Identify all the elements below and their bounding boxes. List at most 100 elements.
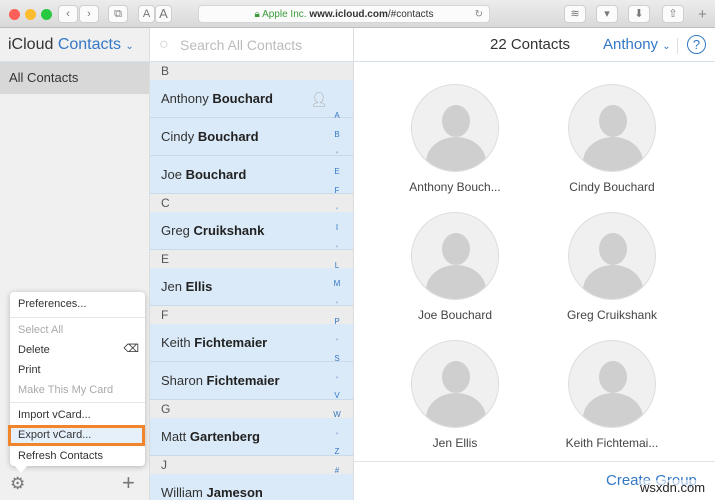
contact-row[interactable]: Joe Bouchard: [150, 156, 353, 194]
contact-row[interactable]: Greg Cruikshank: [150, 212, 353, 250]
sidebar-item-all-contacts[interactable]: All Contacts: [0, 62, 149, 94]
index-letter[interactable]: V: [328, 387, 346, 406]
index-letter[interactable]: M: [328, 275, 346, 294]
pocket-icon[interactable]: ▾: [596, 5, 618, 23]
index-letter[interactable]: P: [328, 313, 346, 332]
index-letter[interactable]: A: [328, 107, 346, 126]
section-header: B: [150, 62, 353, 80]
font-larger-button[interactable]: A: [155, 5, 172, 23]
back-button[interactable]: ‹: [58, 5, 78, 23]
contact-row[interactable]: Anthony Bouchard 👤︎: [150, 80, 353, 118]
index-letter[interactable]: •: [328, 425, 346, 444]
divider: [677, 38, 678, 54]
divider: [354, 461, 715, 462]
index-letter[interactable]: B: [328, 126, 346, 145]
last-name: Bouchard: [185, 167, 247, 182]
lock-icon: 🔒︎: [254, 9, 260, 20]
zoom-window-button[interactable]: [41, 9, 52, 20]
index-letter[interactable]: •: [328, 200, 346, 219]
first-name: Joe: [161, 167, 182, 182]
menu-item-import-vcard[interactable]: Import vCard...: [18, 405, 91, 425]
font-smaller-button[interactable]: A: [138, 5, 155, 23]
index-letter[interactable]: •: [328, 144, 346, 163]
avatar: [568, 84, 656, 172]
section-header: F: [150, 306, 353, 324]
browser-toolbar: ‹ › ⧉ A A 🔒︎ Apple Inc. www.icloud.com/#…: [0, 0, 715, 28]
contact-card[interactable]: Joe Bouchard: [380, 212, 530, 322]
index-letter[interactable]: F: [328, 182, 346, 201]
last-name: Fichtemaier: [206, 373, 280, 388]
contact-row[interactable]: Sharon Fichtemaier: [150, 362, 353, 400]
contact-card[interactable]: Cindy Bouchard: [537, 84, 687, 194]
avatar: [411, 212, 499, 300]
avatar: [568, 340, 656, 428]
section-header: J: [150, 456, 353, 474]
search-icon: ○: [159, 36, 169, 53]
first-name: Keith: [161, 335, 191, 350]
index-letter[interactable]: #: [328, 462, 346, 481]
index-letter[interactable]: •: [328, 238, 346, 257]
card-name: Joe Bouchard: [417, 308, 493, 322]
menu-item-refresh[interactable]: Refresh Contacts: [18, 446, 103, 466]
last-name: Gartenberg: [189, 429, 260, 444]
first-name: Sharon: [161, 373, 203, 388]
menu-item-export-vcard[interactable]: Export vCard...: [18, 425, 91, 445]
contact-row[interactable]: Keith Fichtemaier: [150, 324, 353, 362]
alphabet-index[interactable]: A B • E F • I • L M • P • S • V W • Z #: [328, 107, 346, 481]
search-input[interactable]: Search All Contacts ○: [150, 28, 354, 62]
index-letter[interactable]: L: [328, 257, 346, 276]
tabs-overview-button[interactable]: ⧉: [108, 5, 128, 23]
section-header: E: [150, 250, 353, 268]
last-name: Fichtemaier: [194, 335, 268, 350]
card-name: Anthony Bouch...: [409, 180, 501, 194]
contact-card[interactable]: Greg Cruikshank: [537, 212, 687, 322]
first-name: William: [161, 485, 203, 500]
card-name: Jen Ellis: [432, 436, 478, 450]
index-letter[interactable]: •: [328, 331, 346, 350]
first-name: Anthony: [161, 91, 209, 106]
user-name: Anthony: [603, 36, 659, 53]
download-icon[interactable]: ⬇: [628, 5, 650, 23]
contact-row[interactable]: Jen Ellis: [150, 268, 353, 306]
first-name: Cindy: [161, 129, 195, 144]
address-bar[interactable]: 🔒︎ Apple Inc. www.icloud.com/#contacts ↻: [198, 5, 490, 23]
user-menu[interactable]: Anthony ⌄: [603, 36, 671, 53]
last-name: Jameson: [206, 485, 263, 500]
gear-icon[interactable]: ⚙: [10, 474, 25, 494]
index-letter[interactable]: •: [328, 294, 346, 313]
contact-row[interactable]: William Jameson: [150, 474, 353, 500]
index-letter[interactable]: W: [328, 406, 346, 425]
card-name: Keith Fichtemai...: [565, 436, 659, 450]
index-letter[interactable]: Z: [328, 443, 346, 462]
card-name: Greg Cruikshank: [566, 308, 658, 322]
avatar: [411, 84, 499, 172]
menu-arrow: [14, 465, 28, 473]
help-button[interactable]: ?: [687, 35, 706, 54]
close-window-button[interactable]: [9, 9, 20, 20]
contact-row[interactable]: Matt Gartenberg: [150, 418, 353, 456]
settings-menu-lower: Import vCard... Export vCard... Refresh …: [10, 292, 145, 466]
index-letter[interactable]: I: [328, 219, 346, 238]
url-company: Apple Inc.: [262, 9, 307, 20]
last-name: Ellis: [185, 279, 213, 294]
index-letter[interactable]: S: [328, 350, 346, 369]
index-letter[interactable]: E: [328, 163, 346, 182]
share-icon[interactable]: ⇧: [662, 5, 684, 23]
card-name: Cindy Bouchard: [569, 180, 655, 194]
forward-button[interactable]: ›: [79, 5, 99, 23]
contact-row[interactable]: Cindy Bouchard: [150, 118, 353, 156]
section-header: C: [150, 194, 353, 212]
new-tab-icon[interactable]: +: [698, 6, 707, 23]
reload-icon[interactable]: ↻: [475, 6, 483, 23]
contact-card[interactable]: Keith Fichtemai...: [537, 340, 687, 450]
last-name: Bouchard: [212, 91, 273, 106]
last-name: Bouchard: [197, 129, 259, 144]
index-letter[interactable]: •: [328, 369, 346, 388]
contact-card[interactable]: Anthony Bouch...: [380, 84, 530, 194]
minimize-window-button[interactable]: [25, 9, 36, 20]
add-contact-button[interactable]: +: [122, 470, 135, 496]
layers-icon[interactable]: ≋: [564, 5, 586, 23]
chevron-down-icon: ⌄: [662, 41, 671, 52]
contact-list: B Anthony Bouchard 👤︎ Cindy Bouchard Joe Bou…: [150, 62, 354, 500]
contact-card[interactable]: Jen Ellis: [380, 340, 530, 450]
